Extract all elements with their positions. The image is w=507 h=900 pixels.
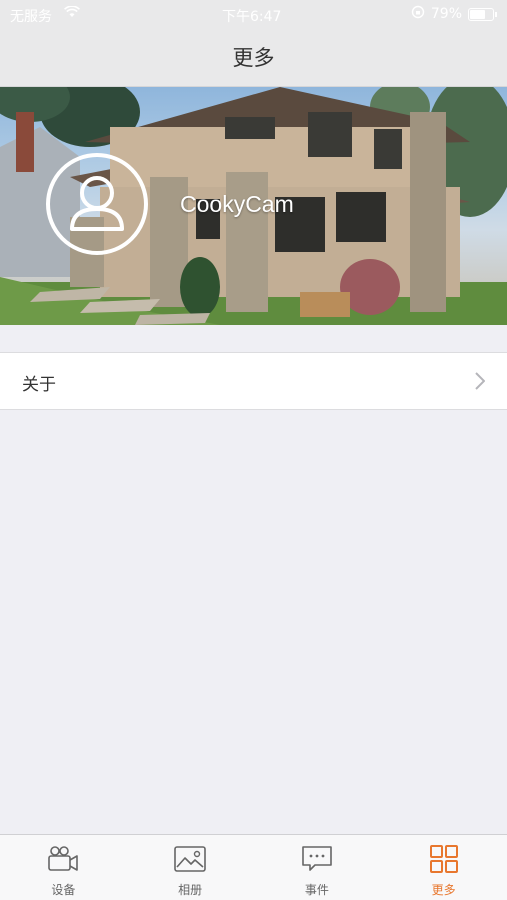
tab-more[interactable]: 更多 (380, 835, 507, 900)
username: CookyCam (180, 191, 294, 217)
carrier-label: 无服务 (10, 9, 52, 25)
menu-item-label: 关于 (22, 375, 56, 395)
clock: 下午6:47 (222, 9, 282, 25)
wifi-icon (64, 5, 80, 22)
tab-label: 相册 (178, 883, 203, 897)
video-camera-icon (47, 845, 79, 877)
battery-percent: 79% (430, 6, 462, 22)
chevron-right-icon (475, 372, 486, 394)
battery-icon (468, 7, 494, 21)
tab-bar: 设备 相册 事件 更多 (0, 834, 507, 900)
tab-label: 更多 (431, 883, 456, 897)
tab-events[interactable]: 事件 (254, 835, 381, 900)
chat-bubble-icon (301, 845, 333, 877)
menu-item-about[interactable]: 关于 (0, 352, 507, 410)
grid-icon (429, 845, 459, 877)
page-title: 更多 (232, 46, 275, 70)
photo-icon (174, 845, 206, 877)
user-icon (70, 176, 124, 231)
tab-label: 事件 (304, 883, 329, 897)
tab-devices[interactable]: 设备 (0, 835, 127, 900)
profile-banner[interactable]: CookyCam (0, 87, 507, 325)
tab-album[interactable]: 相册 (127, 835, 254, 900)
tab-label: 设备 (51, 883, 76, 897)
status-bar: 无服务 下午6:47 79% (0, 0, 507, 28)
navigation-bar: 更多 (0, 28, 507, 87)
avatar[interactable] (46, 153, 148, 255)
rotation-lock-icon (411, 5, 425, 23)
